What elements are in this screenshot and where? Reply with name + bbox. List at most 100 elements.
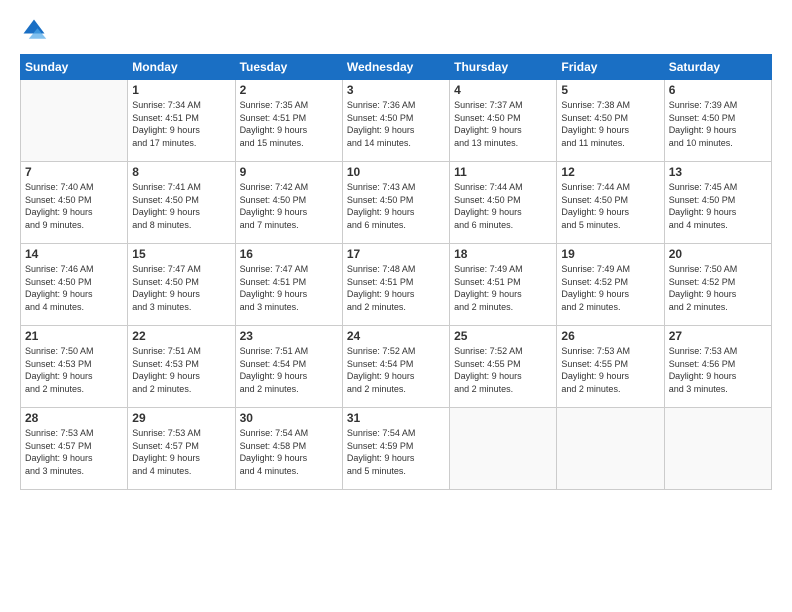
calendar-cell: 27 Sunrise: 7:53 AMSunset: 4:56 PMDayligh…: [664, 326, 771, 408]
day-number: 18: [454, 247, 552, 261]
day-number: 16: [240, 247, 338, 261]
calendar-cell: 9 Sunrise: 7:42 AMSunset: 4:50 PMDaylight…: [235, 162, 342, 244]
day-info: Sunrise: 7:54 AMSunset: 4:59 PMDaylight:…: [347, 427, 445, 477]
day-number: 9: [240, 165, 338, 179]
day-number: 20: [669, 247, 767, 261]
calendar-cell: 5 Sunrise: 7:38 AMSunset: 4:50 PMDaylight…: [557, 80, 664, 162]
day-number: 10: [347, 165, 445, 179]
week-row-2: 14 Sunrise: 7:46 AMSunset: 4:50 PMDayligh…: [21, 244, 772, 326]
day-info: Sunrise: 7:49 AMSunset: 4:52 PMDaylight:…: [561, 263, 659, 313]
day-number: 2: [240, 83, 338, 97]
calendar-cell: 2Sunrise: 7:35 AMSunset: 4:51 PMDaylight…: [235, 80, 342, 162]
calendar-cell: 8Sunrise: 7:41 AMSunset: 4:50 PMDaylight…: [128, 162, 235, 244]
calendar-cell: 20Sunrise: 7:50 AMSunset: 4:52 PMDayligh…: [664, 244, 771, 326]
page: SundayMondayTuesdayWednesdayThursdayFrid…: [0, 0, 792, 612]
day-number: 31: [347, 411, 445, 425]
day-number: 7: [25, 165, 123, 179]
day-number: 14: [25, 247, 123, 261]
calendar-cell: 1 Sunrise: 7:34 AMSunset: 4:51 PMDaylight…: [128, 80, 235, 162]
day-info: Sunrise: 7:53 AMSunset: 4:57 PMDaylight:…: [25, 427, 123, 477]
day-number: 25: [454, 329, 552, 343]
calendar-cell: 30 Sunrise: 7:54 AMSunset: 4:58 PMDayligh…: [235, 408, 342, 490]
day-info: Sunrise: 7:50 AMSunset: 4:53 PMDaylight:…: [25, 345, 123, 395]
day-info: Sunrise: 7:36 AMSunset: 4:50 PMDaylight:…: [347, 99, 445, 149]
day-number: 21: [25, 329, 123, 343]
header: [20, 16, 772, 44]
week-row-1: 7 Sunrise: 7:40 AMSunset: 4:50 PMDaylight…: [21, 162, 772, 244]
day-info: Sunrise: 7:47 AMSunset: 4:50 PMDaylight:…: [132, 263, 230, 313]
day-number: 12: [561, 165, 659, 179]
day-number: 5: [561, 83, 659, 97]
calendar-cell: 13 Sunrise: 7:45 AMSunset: 4:50 PMDayligh…: [664, 162, 771, 244]
day-info: Sunrise: 7:40 AMSunset: 4:50 PMDaylight:…: [25, 181, 123, 231]
weekday-header-sunday: Sunday: [21, 55, 128, 80]
day-number: 26: [561, 329, 659, 343]
weekday-header-thursday: Thursday: [450, 55, 557, 80]
calendar-cell: 29 Sunrise: 7:53 AMSunset: 4:57 PMDayligh…: [128, 408, 235, 490]
weekday-header-saturday: Saturday: [664, 55, 771, 80]
day-info: Sunrise: 7:52 AMSunset: 4:55 PMDaylight:…: [454, 345, 552, 395]
calendar-cell: 16 Sunrise: 7:47 AMSunset: 4:51 PMDayligh…: [235, 244, 342, 326]
day-info: Sunrise: 7:34 AMSunset: 4:51 PMDaylight:…: [132, 99, 230, 149]
day-info: Sunrise: 7:45 AMSunset: 4:50 PMDaylight:…: [669, 181, 767, 231]
day-number: 23: [240, 329, 338, 343]
logo-icon: [20, 16, 48, 44]
day-number: 30: [240, 411, 338, 425]
calendar-cell: 14 Sunrise: 7:46 AMSunset: 4:50 PMDayligh…: [21, 244, 128, 326]
day-number: 13: [669, 165, 767, 179]
calendar-cell: 23 Sunrise: 7:51 AMSunset: 4:54 PMDayligh…: [235, 326, 342, 408]
calendar-cell: 12 Sunrise: 7:44 AMSunset: 4:50 PMDayligh…: [557, 162, 664, 244]
calendar-cell: 18 Sunrise: 7:49 AMSunset: 4:51 PMDayligh…: [450, 244, 557, 326]
day-info: Sunrise: 7:37 AMSunset: 4:50 PMDaylight:…: [454, 99, 552, 149]
day-number: 3: [347, 83, 445, 97]
day-number: 4: [454, 83, 552, 97]
week-row-4: 28Sunrise: 7:53 AMSunset: 4:57 PMDayligh…: [21, 408, 772, 490]
day-info: Sunrise: 7:47 AMSunset: 4:51 PMDaylight:…: [240, 263, 338, 313]
calendar-cell: 26 Sunrise: 7:53 AMSunset: 4:55 PMDayligh…: [557, 326, 664, 408]
day-number: 19: [561, 247, 659, 261]
day-info: Sunrise: 7:53 AMSunset: 4:55 PMDaylight:…: [561, 345, 659, 395]
day-info: Sunrise: 7:53 AMSunset: 4:56 PMDaylight:…: [669, 345, 767, 395]
day-info: Sunrise: 7:43 AMSunset: 4:50 PMDaylight:…: [347, 181, 445, 231]
weekday-header-monday: Monday: [128, 55, 235, 80]
weekday-header-wednesday: Wednesday: [342, 55, 449, 80]
day-number: 24: [347, 329, 445, 343]
calendar-cell: [450, 408, 557, 490]
weekday-header-tuesday: Tuesday: [235, 55, 342, 80]
week-row-0: 1 Sunrise: 7:34 AMSunset: 4:51 PMDaylight…: [21, 80, 772, 162]
day-info: Sunrise: 7:46 AMSunset: 4:50 PMDaylight:…: [25, 263, 123, 313]
calendar-cell: 11 Sunrise: 7:44 AMSunset: 4:50 PMDayligh…: [450, 162, 557, 244]
day-info: Sunrise: 7:48 AMSunset: 4:51 PMDaylight:…: [347, 263, 445, 313]
calendar-cell: 3 Sunrise: 7:36 AMSunset: 4:50 PMDaylight…: [342, 80, 449, 162]
day-info: Sunrise: 7:54 AMSunset: 4:58 PMDaylight:…: [240, 427, 338, 477]
day-number: 11: [454, 165, 552, 179]
day-info: Sunrise: 7:51 AMSunset: 4:53 PMDaylight:…: [132, 345, 230, 395]
calendar-cell: 22 Sunrise: 7:51 AMSunset: 4:53 PMDayligh…: [128, 326, 235, 408]
calendar-cell: 25 Sunrise: 7:52 AMSunset: 4:55 PMDayligh…: [450, 326, 557, 408]
day-info: Sunrise: 7:44 AMSunset: 4:50 PMDaylight:…: [561, 181, 659, 231]
day-info: Sunrise: 7:49 AMSunset: 4:51 PMDaylight:…: [454, 263, 552, 313]
day-number: 1: [132, 83, 230, 97]
calendar-cell: 15 Sunrise: 7:47 AMSunset: 4:50 PMDayligh…: [128, 244, 235, 326]
day-number: 17: [347, 247, 445, 261]
day-number: 27: [669, 329, 767, 343]
calendar-cell: 10 Sunrise: 7:43 AMSunset: 4:50 PMDayligh…: [342, 162, 449, 244]
day-info: Sunrise: 7:39 AMSunset: 4:50 PMDaylight:…: [669, 99, 767, 149]
day-info: Sunrise: 7:44 AMSunset: 4:50 PMDaylight:…: [454, 181, 552, 231]
calendar-cell: [557, 408, 664, 490]
calendar-cell: 7 Sunrise: 7:40 AMSunset: 4:50 PMDaylight…: [21, 162, 128, 244]
day-info: Sunrise: 7:41 AMSunset: 4:50 PMDaylight:…: [132, 181, 230, 231]
day-info: Sunrise: 7:42 AMSunset: 4:50 PMDaylight:…: [240, 181, 338, 231]
calendar-cell: 6Sunrise: 7:39 AMSunset: 4:50 PMDaylight…: [664, 80, 771, 162]
day-number: 22: [132, 329, 230, 343]
day-info: Sunrise: 7:53 AMSunset: 4:57 PMDaylight:…: [132, 427, 230, 477]
calendar-cell: 21 Sunrise: 7:50 AMSunset: 4:53 PMDayligh…: [21, 326, 128, 408]
calendar-cell: [664, 408, 771, 490]
day-info: Sunrise: 7:38 AMSunset: 4:50 PMDaylight:…: [561, 99, 659, 149]
day-info: Sunrise: 7:52 AMSunset: 4:54 PMDaylight:…: [347, 345, 445, 395]
day-number: 15: [132, 247, 230, 261]
weekday-header-row: SundayMondayTuesdayWednesdayThursdayFrid…: [21, 55, 772, 80]
day-number: 29: [132, 411, 230, 425]
calendar-cell: 4 Sunrise: 7:37 AMSunset: 4:50 PMDaylight…: [450, 80, 557, 162]
day-info: Sunrise: 7:51 AMSunset: 4:54 PMDaylight:…: [240, 345, 338, 395]
